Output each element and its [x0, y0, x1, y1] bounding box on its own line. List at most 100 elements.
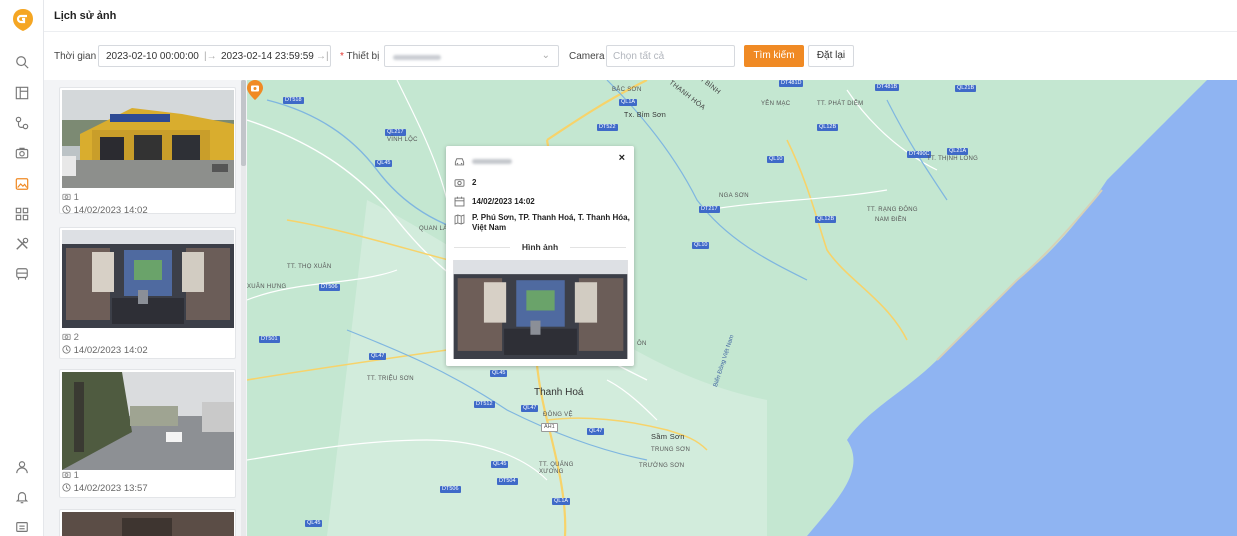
popup-address-value: P. Phú Sơn, TP. Thanh Hoá, T. Thanh Hóa,…: [472, 213, 630, 232]
map-road-label: QL10: [767, 156, 785, 163]
map-place-label: NGA SƠN: [719, 193, 749, 199]
map-place-label: Tx. Bỉm Sơn: [624, 112, 667, 119]
reset-button[interactable]: Đặt lại: [808, 45, 854, 67]
map-place-label: NAM ĐIỀN: [875, 217, 907, 223]
camera-icon: [62, 471, 71, 479]
image-time-value: 14/02/2023 14:02: [73, 205, 148, 216]
image-thumbnail[interactable]: [62, 90, 234, 188]
map-view[interactable]: DT518 QL1A DT522 QL217 QL45 DT481B QL21B…: [247, 80, 1237, 536]
apps-icon[interactable]: [14, 206, 30, 222]
map-road-label: DT518: [283, 97, 304, 104]
image-info-popup: × 2 14/02/2023 14:02 P. Phú Sơn, TP. Tha…: [446, 146, 634, 366]
map-road-label: QL12B: [817, 124, 839, 131]
image-camera-count: 2: [62, 332, 79, 343]
map-place-label: ĐÔNG VỆ: [543, 412, 573, 418]
image-card[interactable]: [59, 509, 236, 536]
map-place-label: TT. THỊNH LONG: [927, 156, 979, 162]
map-place-label: TRƯỜNG SƠN: [639, 463, 685, 469]
popup-time-value: 14/02/2023 14:02: [472, 197, 535, 206]
map-road-label: QL47: [369, 353, 387, 360]
map-road-label: DT522: [597, 124, 618, 131]
dashboard-icon[interactable]: [14, 85, 30, 101]
map-place-label: ÔN: [637, 341, 647, 347]
image-card[interactable]: 1 14/02/2023 13:57: [59, 369, 236, 498]
map-road-label: DT481D: [779, 80, 804, 87]
image-camera-count: 1: [62, 470, 79, 481]
map-road-label: QL47: [521, 405, 539, 412]
map-road-label: AH1: [541, 423, 558, 432]
map-road-label: QL10: [692, 242, 710, 249]
map-marker-camera-icon[interactable]: [247, 80, 263, 100]
image-history-icon[interactable]: [14, 176, 30, 192]
map-place-label: QUAN LÀ: [419, 226, 448, 232]
range-end-icon: →|: [316, 51, 329, 62]
popup-image[interactable]: [453, 260, 628, 359]
range-arrow-icon: |→: [204, 51, 217, 62]
camera-icon: [62, 193, 71, 201]
map-road-label: DT504: [497, 478, 518, 485]
calendar-icon: [454, 196, 465, 207]
camera-label: Camera: [569, 51, 605, 62]
search-icon[interactable]: [14, 54, 30, 70]
date-to[interactable]: 2023-02-14 23:59:59: [221, 51, 314, 62]
map-road-label: DT501: [259, 336, 280, 343]
map-icon: [454, 214, 465, 225]
time-label: Thời gian: [54, 51, 97, 62]
vehicle-icon[interactable]: [14, 266, 30, 282]
search-button[interactable]: Tìm kiếm: [744, 45, 804, 67]
map-road-label: DT217: [699, 206, 720, 213]
page-title: Lịch sử ảnh: [54, 10, 117, 22]
device-select[interactable]: ⌄: [384, 45, 559, 67]
map-city-label: Thanh Hoá: [534, 387, 584, 398]
date-range-picker[interactable]: 2023-02-10 00:00:00 |→ 2023-02-14 23:59:…: [98, 45, 331, 67]
image-thumbnail[interactable]: [62, 230, 234, 328]
map-road-label: QL1A: [552, 498, 571, 505]
map-place-label: TT. RẠNG ĐÔNG: [867, 207, 918, 213]
map-place-label: Sầm Sơn: [651, 432, 685, 441]
camera-icon[interactable]: [14, 145, 30, 161]
map-road-label: QL45: [490, 370, 508, 377]
sidebar: [0, 0, 44, 536]
image-list-scrollbar[interactable]: [241, 80, 246, 536]
camera-select[interactable]: Chọn tất cả: [606, 45, 735, 67]
map-canvas: [247, 80, 1237, 536]
map-road-label: QL12B: [815, 216, 837, 223]
camera-count-value: 2: [73, 332, 79, 343]
chevron-down-icon: ⌄: [541, 50, 550, 61]
device-value-redacted: [393, 55, 441, 60]
map-place-label: TT. QUẢNG XƯƠNG: [539, 462, 574, 475]
map-road-label: QL45: [305, 520, 323, 527]
map-road-label: QL47: [587, 428, 605, 435]
image-time: 14/02/2023 14:02: [62, 205, 148, 216]
image-thumbnail[interactable]: [62, 512, 234, 536]
close-button[interactable]: ×: [619, 152, 625, 164]
camera-count-value: 1: [73, 192, 79, 203]
image-time: 14/02/2023 14:02: [62, 345, 148, 356]
camera-count-value: 1: [73, 470, 79, 481]
notification-icon[interactable]: [14, 489, 30, 505]
user-icon[interactable]: [14, 459, 30, 475]
map-road-label: QL21A: [947, 148, 969, 155]
settings-icon[interactable]: [14, 519, 30, 535]
image-thumbnail[interactable]: [62, 372, 234, 470]
map-place-label: TT. THỌ XUÂN: [287, 264, 332, 270]
image-time-value: 14/02/2023 13:57: [73, 483, 148, 494]
camera-icon: [454, 179, 465, 187]
map-road-label: DT512: [474, 401, 495, 408]
app-logo[interactable]: [12, 8, 34, 32]
map-road-label: QL1A: [619, 99, 638, 106]
route-icon[interactable]: [14, 115, 30, 131]
image-camera-count: 1: [62, 192, 79, 203]
map-road-label: QL21B: [955, 85, 977, 92]
car-icon: [454, 158, 465, 166]
scrollbar-thumb[interactable]: [241, 80, 246, 166]
map-road-label: QL45: [491, 461, 509, 468]
date-from[interactable]: 2023-02-10 00:00:00: [106, 51, 199, 62]
tools-icon[interactable]: [14, 236, 30, 252]
image-time: 14/02/2023 13:57: [62, 483, 148, 494]
map-road-label: DT506: [319, 284, 340, 291]
image-card[interactable]: 1 14/02/2023 14:02: [59, 87, 236, 216]
map-road-label: DT506: [440, 486, 461, 493]
image-card[interactable]: 2 14/02/2023 14:02: [59, 227, 236, 359]
map-place-label: YÊN MẠC: [761, 101, 791, 107]
